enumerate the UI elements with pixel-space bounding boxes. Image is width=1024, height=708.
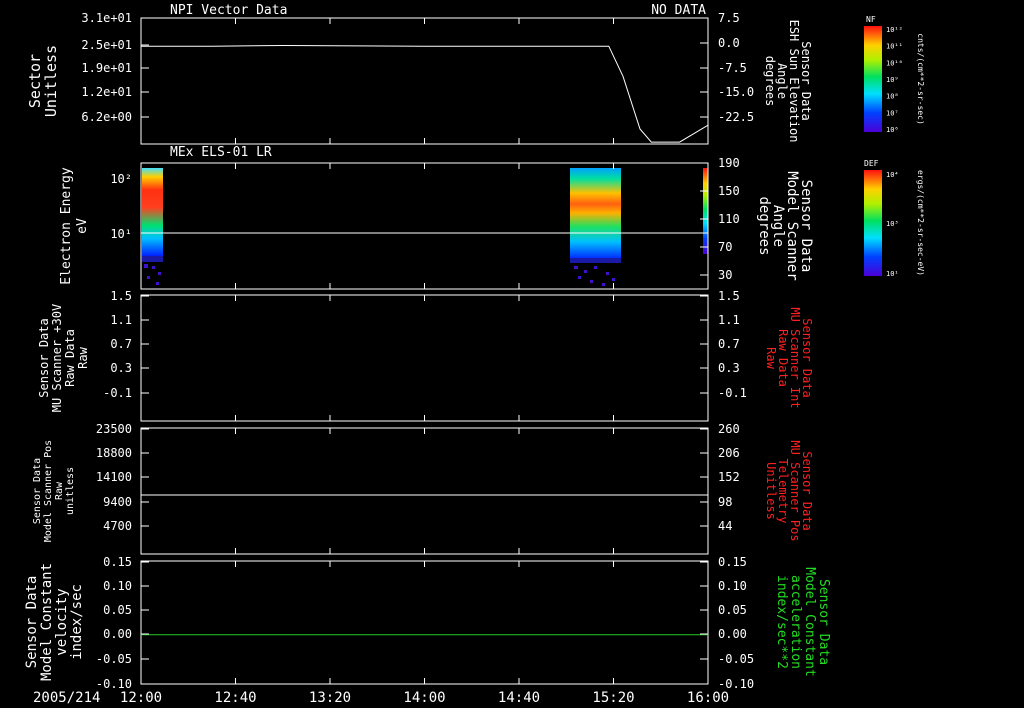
left-tick-label: 0.05: [103, 603, 132, 617]
panel-title-left: MEx ELS-01 LR: [170, 145, 272, 160]
time-tick-label: 14:40: [498, 690, 540, 706]
right-axis-label-line1: Sensor Data: [816, 579, 831, 665]
left-axis-label-line1: Sensor Data: [37, 318, 51, 397]
colorbar-label: DEF: [864, 159, 879, 168]
colorbar-tick-label: 10⁷: [886, 109, 899, 117]
left-axis-label-line2: MU Scanner +30V: [50, 304, 64, 412]
left-tick-label: 6.2e+00: [81, 110, 132, 124]
colorbar-tick-label: 10³: [886, 220, 899, 228]
left-axis-label-line4: Raw: [76, 346, 90, 368]
left-tick-label: 3.1e+01: [81, 11, 132, 25]
right-tick-label: 190: [718, 156, 740, 170]
left-tick-label: 0.00: [103, 627, 132, 641]
colorbar-label: NF: [866, 15, 876, 24]
right-tick-label: -0.05: [718, 652, 754, 666]
left-tick-10e1: 10¹: [110, 227, 132, 241]
left-axis-label-line3: velocity: [54, 588, 70, 655]
right-tick-label: -0.10: [718, 677, 754, 691]
right-tick-label: 70: [718, 240, 732, 254]
right-tick-label: 1.5: [718, 289, 740, 303]
right-edge-colorstrip: [703, 168, 708, 254]
right-tick-label: -0.1: [718, 386, 747, 400]
left-axis-label-line3: Raw: [54, 481, 65, 500]
left-axis-label-line4: index/sec: [69, 584, 85, 660]
right-tick-label: 44: [718, 519, 732, 533]
right-tick-label: 0.10: [718, 579, 747, 593]
left-axis-label-line2: Model Scanner Pos: [43, 440, 54, 542]
colorbar-unit: ergs/(cm**2-sr-sec-eV): [916, 170, 925, 276]
left-tick-label: 9400: [103, 495, 132, 509]
panel-title-left: NPI Vector Data: [170, 3, 287, 18]
left-axis-label-line2: eV: [75, 218, 90, 234]
right-tick-label: 0.05: [718, 603, 747, 617]
left-axis-label-line4: unitless: [65, 467, 76, 515]
left-tick-10e2: 10²: [110, 172, 132, 186]
time-tick-label: 13:20: [309, 690, 351, 706]
left-tick-label: 1.1: [110, 313, 132, 327]
plot-canvas: NPI Vector Data NO DATA 3.1e+01 2.5e+01 1.…: [0, 0, 1024, 708]
right-axis-label-line4: index/sec**2: [774, 575, 789, 669]
left-axis-label-line1: Sensor Data: [24, 576, 40, 669]
colorbar-tick-label: 10⁹: [886, 76, 899, 84]
right-axis-label-line3: acceleration: [788, 575, 803, 669]
colorbar-tick-label: 10⁶: [886, 126, 899, 134]
panel-title-right: NO DATA: [651, 3, 706, 18]
right-axis-label-line4: Raw: [764, 347, 778, 369]
right-tick-label: 150: [718, 184, 740, 198]
right-tick-label: -7.5: [718, 61, 747, 75]
left-axis-label-line3: Raw Data: [63, 329, 77, 387]
left-tick-label: 0.7: [110, 337, 132, 351]
time-tick-label: 12:00: [120, 690, 162, 706]
right-tick-label: 0.7: [718, 337, 740, 351]
left-tick-label: 1.2e+01: [81, 85, 132, 99]
time-tick-label: 12:40: [214, 690, 256, 706]
left-tick-label: 23500: [96, 422, 132, 436]
right-tick-label: 0.15: [718, 555, 747, 569]
colorbar-tick-label: 10¹⁰: [886, 59, 903, 67]
left-tick-label: -0.1: [103, 386, 132, 400]
right-tick-label: -15.0: [718, 85, 754, 99]
right-tick-label: 0.0: [718, 36, 740, 50]
left-axis-label-line1: Sensor Data: [32, 458, 43, 524]
right-tick-label: 7.5: [718, 11, 740, 25]
time-tick-label: 16:00: [687, 690, 729, 706]
date-label: 2005/214: [33, 690, 100, 706]
right-tick-label: 110: [718, 212, 740, 226]
right-tick-label: 0.3: [718, 361, 740, 375]
right-axis-label-line2: Model Constant: [802, 567, 817, 677]
left-tick-label: 14100: [96, 470, 132, 484]
left-tick-label: 1.9e+01: [81, 61, 132, 75]
colorbar-tick-label: 10⁴: [886, 171, 899, 179]
time-tick-label: 14:00: [403, 690, 445, 706]
right-axis-label-line4: degrees: [763, 56, 777, 107]
left-tick-label: 18800: [96, 446, 132, 460]
right-tick-label: 30: [718, 268, 732, 282]
left-tick-label: 0.3: [110, 361, 132, 375]
left-tick-label: 0.15: [103, 555, 132, 569]
right-tick-label: 1.1: [718, 313, 740, 327]
colorbar-tick-label: 10¹: [886, 270, 899, 278]
left-tick-label: 4700: [103, 519, 132, 533]
right-axis-label-line4: Unitless: [764, 462, 778, 520]
left-tick-label: -0.05: [96, 652, 132, 666]
left-tick-label: -0.10: [96, 677, 132, 691]
left-tick-label: 2.5e+01: [81, 38, 132, 52]
right-tick-label: 98: [718, 495, 732, 509]
right-tick-label: -22.5: [718, 110, 754, 124]
right-tick-label: 152: [718, 470, 740, 484]
time-tick-label: 15:20: [592, 690, 634, 706]
colorbar-tick-label: 10¹¹: [886, 43, 903, 51]
left-tick-label: 0.10: [103, 579, 132, 593]
colorbar-unit: cnts/(cm**2-sr-sec): [916, 33, 925, 125]
right-tick-label: 0.00: [718, 627, 747, 641]
colorbar-tick-label: 10¹²: [886, 26, 903, 34]
right-tick-label: 206: [718, 446, 740, 460]
left-axis-label-line2: Model Constant: [39, 563, 55, 681]
right-tick-label: 260: [718, 422, 740, 436]
right-axis-label-line4: degrees: [756, 196, 772, 255]
left-tick-label: 1.5: [110, 289, 132, 303]
colorbar-tick-label: 10⁸: [886, 93, 899, 101]
left-axis-label-line1: Electron Energy: [59, 167, 74, 285]
left-axis-label-line2: Unitless: [42, 45, 60, 117]
